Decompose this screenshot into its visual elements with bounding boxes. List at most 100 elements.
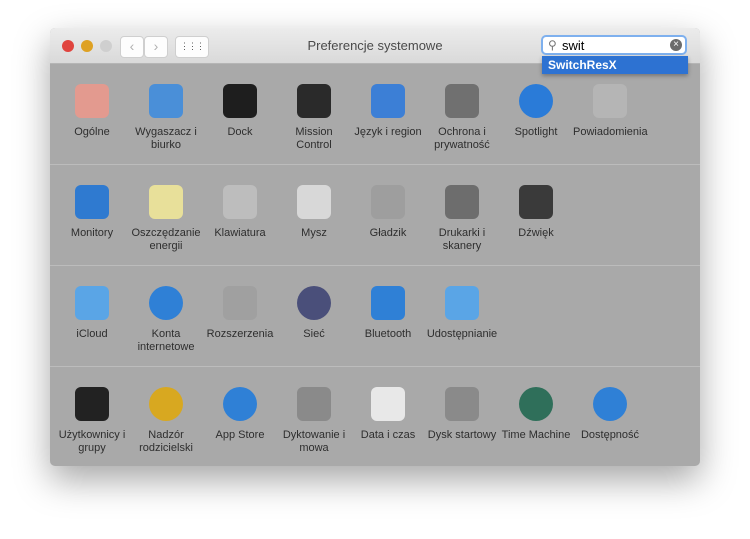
search-input[interactable] bbox=[562, 37, 662, 53]
pref-pane-trackpad[interactable]: Gładzik bbox=[351, 185, 425, 240]
general-icon bbox=[75, 84, 109, 118]
pref-pane-desktop-screensaver[interactable]: Wygaszacz i biurko bbox=[129, 84, 203, 152]
pref-pane-lightbulb[interactable]: Oszczędzanie energii bbox=[129, 185, 203, 253]
pref-pane-label: Mission Control bbox=[295, 126, 333, 151]
pref-pane-dictation-microphone[interactable]: Dyktowanie i mowa bbox=[277, 387, 351, 455]
pref-pane-label: Powiadomienia bbox=[573, 126, 648, 138]
clear-search-icon[interactable]: × bbox=[670, 39, 682, 51]
pref-pane-network-globe[interactable]: Sieć bbox=[277, 286, 351, 341]
pref-pane-label: Udostępnianie bbox=[426, 328, 498, 340]
pref-pane-label: Użytkownicy i grupy bbox=[58, 429, 126, 454]
pref-pane-label: Konta internetowe bbox=[137, 328, 195, 353]
system-preferences-window: ‹ › ⋮⋮⋮ Preferencje systemowe ⚲ × Switch… bbox=[50, 28, 700, 466]
pref-pane-date-time-clock[interactable]: Data i czas bbox=[351, 387, 425, 442]
accessibility-icon bbox=[593, 387, 627, 421]
security-house-icon bbox=[445, 84, 479, 118]
show-all-grid-button[interactable]: ⋮⋮⋮ bbox=[175, 36, 209, 58]
pref-pane-bluetooth[interactable]: Bluetooth bbox=[351, 286, 425, 341]
pref-pane-label: Rozszerzenia bbox=[206, 328, 274, 340]
back-button[interactable]: ‹ bbox=[120, 36, 144, 58]
dictation-microphone-icon bbox=[297, 387, 331, 421]
minimize-button[interactable] bbox=[81, 40, 93, 52]
users-groups-icon bbox=[75, 387, 109, 421]
zoom-button[interactable] bbox=[100, 40, 112, 52]
pref-pane-mission-control[interactable]: Mission Control bbox=[277, 84, 351, 152]
desktop-screensaver-icon bbox=[149, 84, 183, 118]
pref-pane-label: Mysz bbox=[301, 227, 327, 239]
preference-section: iCloud Konta internetowe Rozszerzenia Sieć B… bbox=[50, 266, 700, 367]
search-icon: ⚲ bbox=[548, 38, 557, 52]
pref-pane-label: Nadzór rodzicielski bbox=[139, 429, 193, 454]
date-time-clock-icon bbox=[371, 387, 405, 421]
pref-pane-label: Monitory bbox=[70, 227, 114, 239]
parental-controls-icon bbox=[149, 387, 183, 421]
pref-pane-label: Spotlight bbox=[514, 126, 558, 138]
forward-button[interactable]: › bbox=[144, 36, 168, 58]
pref-pane-label: Time Machine bbox=[501, 429, 571, 441]
pref-pane-printer[interactable]: Drukarki i skanery bbox=[425, 185, 499, 253]
preference-section: Użytkownicy i grupy Nadzór rodzicielski Ap… bbox=[50, 367, 700, 466]
icloud-icon bbox=[75, 286, 109, 320]
pref-pane-label: Ochrona i prywatność bbox=[434, 126, 490, 151]
pref-pane-display[interactable]: Monitory bbox=[55, 185, 129, 240]
pref-pane-label: Dyktowanie i mowa bbox=[282, 429, 346, 454]
pref-pane-label: iCloud bbox=[76, 328, 108, 340]
extensions-puzzle-icon bbox=[223, 286, 257, 320]
startup-disk-icon bbox=[445, 387, 479, 421]
dock-icon bbox=[223, 84, 257, 118]
pref-pane-label: Język i region bbox=[354, 126, 422, 138]
mouse-icon bbox=[297, 185, 331, 219]
pref-pane-label: App Store bbox=[215, 429, 265, 441]
notifications-icon bbox=[593, 84, 627, 118]
pref-pane-security-house[interactable]: Ochrona i prywatność bbox=[425, 84, 499, 152]
pref-pane-label: Data i czas bbox=[360, 429, 416, 441]
pref-pane-label: Bluetooth bbox=[364, 328, 412, 340]
pref-pane-internet-accounts-at[interactable]: Konta internetowe bbox=[129, 286, 203, 354]
pref-pane-speaker[interactable]: Dźwięk bbox=[499, 185, 573, 240]
pref-pane-label: Sieć bbox=[303, 328, 325, 340]
speaker-icon bbox=[519, 185, 553, 219]
pref-pane-spotlight-magnifier[interactable]: Spotlight bbox=[499, 84, 573, 139]
keyboard-icon bbox=[223, 185, 257, 219]
printer-icon bbox=[445, 185, 479, 219]
pref-pane-label: Drukarki i skanery bbox=[438, 227, 486, 252]
pref-pane-startup-disk[interactable]: Dysk startowy bbox=[425, 387, 499, 442]
pref-pane-label: Klawiatura bbox=[214, 227, 266, 239]
pref-pane-time-machine[interactable]: Time Machine bbox=[499, 387, 573, 442]
trackpad-icon bbox=[371, 185, 405, 219]
sharing-folder-icon bbox=[445, 286, 479, 320]
close-button[interactable] bbox=[62, 40, 74, 52]
pref-pane-keyboard[interactable]: Klawiatura bbox=[203, 185, 277, 240]
pref-pane-notifications[interactable]: Powiadomienia bbox=[573, 84, 648, 139]
pref-pane-label: Dock bbox=[227, 126, 253, 138]
app-store-icon bbox=[223, 387, 257, 421]
pref-pane-accessibility[interactable]: Dostępność bbox=[573, 387, 647, 442]
pref-pane-label: Wygaszacz i biurko bbox=[135, 126, 197, 151]
pref-pane-dock[interactable]: Dock bbox=[203, 84, 277, 139]
search-field[interactable]: ⚲ × bbox=[541, 35, 687, 55]
preference-section: Ogólne Wygaszacz i biurko Dock Mission Cont… bbox=[50, 64, 700, 165]
pref-pane-label: Dysk startowy bbox=[427, 429, 497, 441]
pref-pane-sharing-folder[interactable]: Udostępnianie bbox=[425, 286, 499, 341]
pref-pane-icloud[interactable]: iCloud bbox=[55, 286, 129, 341]
internet-accounts-at-icon bbox=[149, 286, 183, 320]
spotlight-magnifier-icon bbox=[519, 84, 553, 118]
preference-section: Monitory Oszczędzanie energii Klawiatura My… bbox=[50, 165, 700, 266]
pref-pane-mouse[interactable]: Mysz bbox=[277, 185, 351, 240]
pref-pane-label: Dźwięk bbox=[518, 227, 554, 239]
lightbulb-icon bbox=[149, 185, 183, 219]
pref-pane-language-region-flag[interactable]: Język i region bbox=[351, 84, 425, 139]
time-machine-icon bbox=[519, 387, 553, 421]
pref-pane-extensions-puzzle[interactable]: Rozszerzenia bbox=[203, 286, 277, 341]
pref-pane-label: Ogólne bbox=[74, 126, 110, 138]
bluetooth-icon bbox=[371, 286, 405, 320]
pref-pane-general[interactable]: Ogólne bbox=[55, 84, 129, 139]
network-globe-icon bbox=[297, 286, 331, 320]
language-region-flag-icon bbox=[371, 84, 405, 118]
search-suggestion[interactable]: SwitchResX bbox=[542, 56, 688, 74]
pref-pane-parental-controls[interactable]: Nadzór rodzicielski bbox=[129, 387, 203, 455]
pref-pane-label: Dostępność bbox=[580, 429, 640, 441]
pref-pane-app-store[interactable]: App Store bbox=[203, 387, 277, 442]
display-icon bbox=[75, 185, 109, 219]
pref-pane-users-groups[interactable]: Użytkownicy i grupy bbox=[55, 387, 129, 455]
